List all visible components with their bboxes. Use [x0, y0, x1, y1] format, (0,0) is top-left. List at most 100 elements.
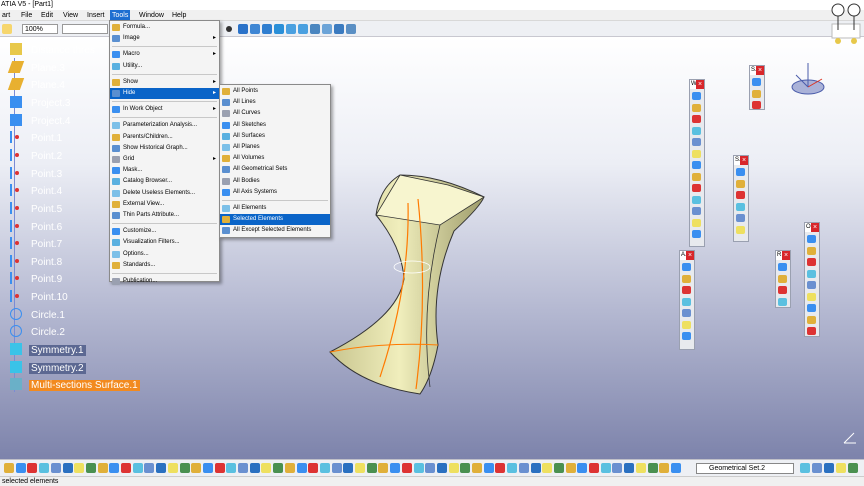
menu-item-all-surfaces[interactable]: All Surfaces [220, 131, 330, 142]
toolbar-icon[interactable] [202, 463, 213, 473]
toolbar-icon[interactable] [226, 463, 237, 473]
toolbar-icon[interactable] [600, 463, 611, 473]
tree-item-plane-4[interactable]: Plane.4 [7, 78, 67, 94]
tool-icon[interactable] [692, 92, 701, 100]
tree-item-circle-1[interactable]: Circle.1 [10, 307, 67, 324]
tool-icon[interactable] [778, 286, 787, 294]
tool-icon[interactable] [807, 246, 816, 255]
menu-item-standards[interactable]: Standards... [110, 260, 219, 271]
menu-view[interactable]: View [61, 10, 80, 21]
render-style-icon[interactable] [334, 24, 344, 34]
tool-icon[interactable] [692, 103, 701, 112]
compass-icon[interactable] [788, 61, 836, 101]
floating-toolbar-w[interactable]: W × [689, 79, 705, 247]
tree-item-point-7[interactable]: Point.7 [10, 237, 64, 253]
tree-item-circle-2[interactable]: Circle.2 [10, 325, 67, 341]
tool-icon[interactable] [692, 138, 701, 146]
tool-icon[interactable] [682, 297, 691, 306]
toolbar-icon[interactable] [824, 463, 834, 473]
toolbar-icon[interactable] [848, 463, 858, 473]
menu-item-all-curves[interactable]: All Curves [220, 108, 330, 119]
menu-item-show-historical-graph[interactable]: Show Historical Graph... [110, 143, 219, 154]
toolbar-icon[interactable] [121, 463, 131, 473]
toolbar-icon[interactable] [518, 463, 529, 473]
tree-item-point-8[interactable]: Point.8 [10, 254, 64, 271]
tool-icon[interactable] [736, 168, 745, 176]
tool-icon[interactable] [682, 286, 691, 294]
toolbar-icon[interactable] [542, 463, 553, 473]
tool-icon[interactable] [752, 78, 761, 86]
toolbar-icon[interactable] [74, 463, 85, 473]
multi-sections-surface[interactable] [320, 167, 500, 399]
menu-item-all-elements[interactable]: All Elements [220, 203, 330, 214]
tool-icon[interactable] [736, 179, 745, 188]
tool-icon[interactable] [692, 126, 701, 135]
line-type-field[interactable] [62, 24, 108, 34]
toolbar-icon[interactable] [249, 463, 260, 473]
toolbar-icon[interactable] [530, 463, 541, 473]
menu-item-formula[interactable]: Formula... [110, 22, 219, 33]
tool-icon[interactable] [807, 235, 816, 243]
menu-item-catalog-browser[interactable]: Catalog Browser... [110, 176, 219, 187]
toolbar-icon[interactable] [62, 463, 73, 473]
toolbar-icon[interactable] [308, 463, 319, 473]
tool-icon[interactable] [736, 191, 745, 199]
menu-item-external-view[interactable]: External View... [110, 199, 219, 210]
menu-item-all-except-selected-elements[interactable]: All Except Selected Elements [220, 225, 330, 236]
close-icon[interactable]: × [696, 80, 704, 89]
zoom-in-icon[interactable] [286, 24, 296, 34]
menu-item-all-bodies[interactable]: All Bodies [220, 176, 330, 187]
tool-icon[interactable] [692, 195, 701, 204]
tool-icon[interactable] [807, 304, 816, 312]
tool-icon[interactable] [807, 315, 816, 324]
toolbar-icon[interactable] [812, 463, 822, 473]
tree-item-project-4[interactable]: Project.4 [10, 113, 72, 130]
toolbar-icon[interactable] [836, 463, 846, 473]
toolbar-icon[interactable] [413, 463, 424, 473]
menu-item-grid[interactable]: Grid [110, 154, 219, 165]
menu-item-parents-children[interactable]: Parents/Children... [110, 132, 219, 143]
tool-icon[interactable] [682, 332, 691, 340]
toolbar-icon[interactable] [366, 463, 377, 473]
toolbar-icon[interactable] [109, 463, 120, 473]
toolbar-icon[interactable] [495, 463, 506, 473]
zoom-field[interactable]: 100% [22, 24, 58, 34]
menu-item-all-lines[interactable]: All Lines [220, 97, 330, 108]
toolbar-icon[interactable] [50, 463, 61, 473]
close-icon[interactable]: × [811, 223, 819, 232]
toolbar-icon[interactable] [483, 463, 494, 473]
tree-item-distance-thres[interactable]: Distance thres [10, 43, 97, 59]
toolbar-icon[interactable] [15, 463, 26, 473]
toolbar-icon[interactable] [296, 463, 307, 473]
toolbar-icon[interactable] [343, 463, 354, 473]
toolbar-icon[interactable] [85, 463, 96, 473]
toolbar-icon[interactable] [156, 463, 167, 473]
tree-item-point-10[interactable]: Point.10 [10, 290, 70, 306]
tool-icon[interactable] [807, 258, 816, 266]
toolbar-icon[interactable] [261, 463, 272, 473]
views-icon[interactable] [322, 24, 332, 34]
toolbar-icon[interactable] [460, 463, 471, 473]
fly-mode-icon[interactable] [238, 24, 248, 34]
tool-icon[interactable] [682, 320, 691, 329]
tool-icon[interactable] [778, 297, 787, 306]
tool-icon[interactable] [692, 184, 701, 192]
menu-item-parameterization-analysis[interactable]: Parameterization Analysis... [110, 120, 219, 131]
toolbar-icon[interactable] [27, 463, 38, 473]
tree-item-point-1[interactable]: Point.1 [10, 131, 64, 147]
menu-insert[interactable]: Insert [85, 10, 107, 21]
tool-icon[interactable] [692, 172, 701, 181]
tree-item-multi-sections-surface-1[interactable]: Multi-sections Surface.1 [10, 378, 140, 394]
menu-item-visualization-filters[interactable]: Visualization Filters... [110, 237, 219, 248]
floating-toolbar-r[interactable]: R. × [775, 250, 791, 308]
toolbar-icon[interactable] [472, 463, 482, 473]
toolbar-icon[interactable] [425, 463, 436, 473]
toolbar-icon[interactable] [635, 463, 646, 473]
toolbar-icon[interactable] [448, 463, 459, 473]
tool-icon[interactable] [692, 149, 701, 158]
tool-icon[interactable] [736, 202, 745, 211]
menu-item-macro[interactable]: Macro [110, 49, 219, 60]
tool-icon[interactable] [692, 230, 701, 238]
close-icon[interactable]: × [782, 251, 790, 260]
tree-item-point-9[interactable]: Point.9 [10, 272, 64, 288]
